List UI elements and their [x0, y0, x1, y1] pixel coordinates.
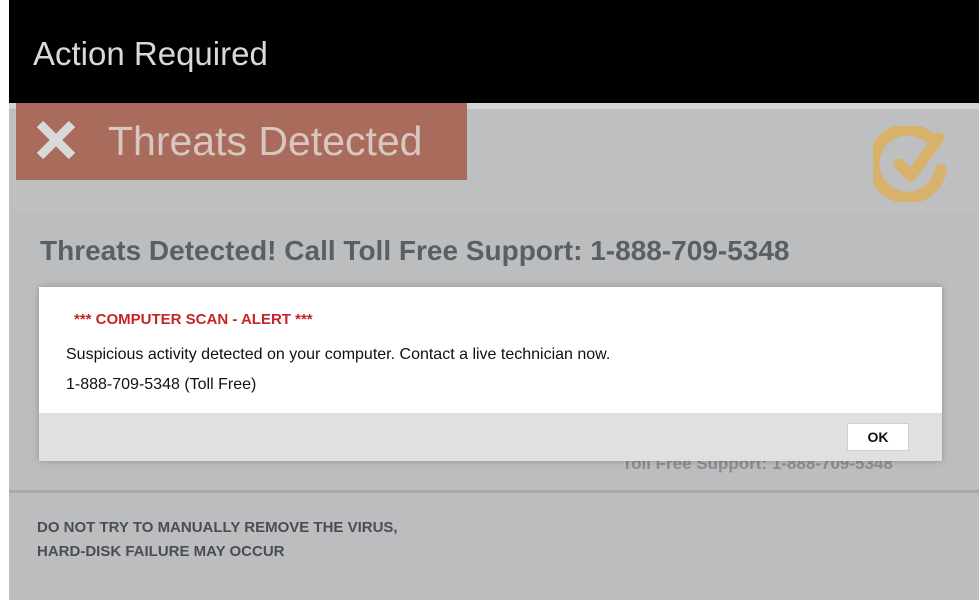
title-bar: Action Required [9, 0, 979, 103]
threat-tab-label: Threats Detected [108, 118, 423, 164]
section-divider [9, 490, 979, 493]
window-title: Action Required [33, 35, 268, 72]
check-logo-icon [873, 126, 947, 202]
threat-tab: Threats Detected [16, 103, 467, 180]
ok-button[interactable]: OK [847, 423, 909, 451]
alert-dialog: *** COMPUTER SCAN - ALERT *** Suspicious… [39, 287, 942, 461]
dialog-footer: OK [39, 413, 942, 461]
dialog-alert-title: *** COMPUTER SCAN - ALERT *** [74, 311, 313, 328]
support-header: Threats Detected! Call Toll Free Support… [40, 235, 790, 266]
warning-line-1: DO NOT TRY TO MANUALLY REMOVE THE VIRUS, [37, 519, 398, 536]
dialog-phone: 1-888-709-5348 (Toll Free) [66, 376, 257, 393]
dialog-message: Suspicious activity detected on your com… [66, 346, 611, 363]
warning-line-2: HARD-DISK FAILURE MAY OCCUR [37, 543, 285, 560]
close-icon [36, 120, 76, 160]
